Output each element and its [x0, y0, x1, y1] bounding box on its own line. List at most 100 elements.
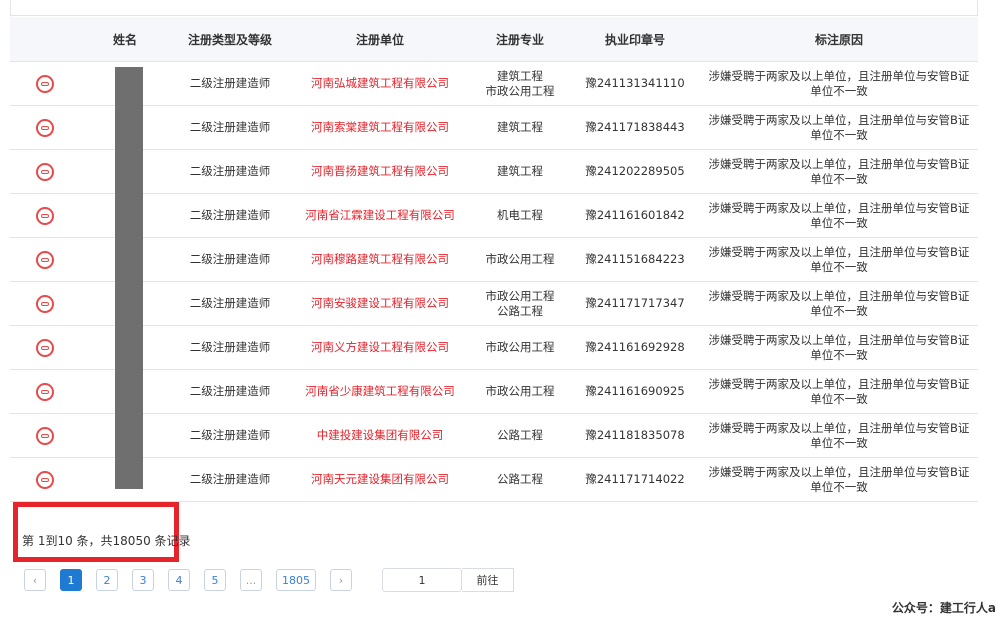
stamp-icon-cell [10, 193, 80, 238]
major-cell: 市政公用工程 [470, 369, 570, 414]
next-page-button[interactable]: › [330, 569, 352, 591]
page-2-button[interactable]: 2 [96, 569, 118, 591]
header-reason[interactable]: 标注原因 [700, 17, 978, 62]
seal-number-cell: 豫241181835078 [570, 413, 700, 458]
company-link[interactable]: 河南义方建设工程有限公司 [290, 325, 470, 370]
seal-stamp-icon[interactable] [36, 74, 54, 93]
type-cell: 二级注册建造师 [170, 149, 290, 194]
company-link[interactable]: 河南天元建设集团有限公司 [290, 457, 470, 502]
last-page-button[interactable]: 1805 [276, 569, 316, 591]
reason-cell: 涉嫌受聘于两家及以上单位，且注册单位与安管B证单位不一致 [700, 369, 978, 414]
header-type[interactable]: 注册类型及等级 [170, 17, 290, 62]
table-row: 杨二级注册建造师河南弘城建筑工程有限公司建筑工程市政公用工程豫241131341… [10, 61, 978, 106]
reason-cell: 涉嫌受聘于两家及以上单位，且注册单位与安管B证单位不一致 [700, 457, 978, 502]
pagination: ‹ 1 2 3 4 5 ... 1805 › 1 前往 [24, 568, 514, 592]
type-cell: 二级注册建造师 [170, 61, 290, 106]
redaction-bar [115, 67, 143, 489]
type-cell: 二级注册建造师 [170, 281, 290, 326]
company-link[interactable]: 河南省少康建筑工程有限公司 [290, 369, 470, 414]
company-link[interactable]: 河南弘城建筑工程有限公司 [290, 61, 470, 106]
major-cell: 市政公用工程 公路工程 [470, 281, 570, 326]
reason-cell: 涉嫌受聘于两家及以上单位，且注册单位与安管B证单位不一致 [700, 325, 978, 370]
header-icon-col [10, 17, 80, 62]
seal-stamp-icon[interactable] [36, 382, 54, 401]
table-row: 二级注册建造师 河南省江霖建设工程有限公司 机电工程 豫241161601842 涉嫌受… [10, 193, 978, 238]
stamp-icon-cell [10, 325, 80, 370]
seal-number-cell: 豫241161601842 [570, 193, 700, 238]
seal-stamp-icon[interactable] [36, 470, 54, 489]
seal-stamp-icon[interactable] [36, 162, 54, 181]
table-row: 张二级注册建造师中建投建设集团有限公司公路工程豫241181835078涉嫌受聘… [10, 413, 978, 458]
seal-number-cell: 豫241171838443 [570, 105, 700, 150]
type-cell: 二级注册建造师 [170, 193, 290, 238]
reason-cell: 涉嫌受聘于两家及以上单位，且注册单位与安管B证单位不一致 [700, 237, 978, 282]
stamp-icon-cell [10, 61, 80, 106]
major-cell: 建筑工程 [470, 105, 570, 150]
header-major[interactable]: 注册专业 [470, 17, 570, 62]
company-link[interactable]: 河南晋扬建筑工程有限公司 [290, 149, 470, 194]
type-cell: 二级注册建造师 [170, 369, 290, 414]
seal-number-cell: 豫241202289505 [570, 149, 700, 194]
stamp-icon-cell [10, 149, 80, 194]
stamp-icon-cell [10, 281, 80, 326]
prev-page-button[interactable]: ‹ [24, 569, 46, 591]
page-5-button[interactable]: 5 [204, 569, 226, 591]
table-row: 李二级注册建造师河南省少康建筑工程有限公司市政公用工程豫241161690925… [10, 369, 978, 414]
seal-stamp-icon[interactable] [36, 250, 54, 269]
table-row: 吴二级注册建造师河南安骏建设工程有限公司市政公用工程公路工程豫241171717… [10, 281, 978, 326]
reason-cell: 涉嫌受聘于两家及以上单位，且注册单位与安管B证单位不一致 [700, 105, 978, 150]
type-cell: 二级注册建造师 [170, 457, 290, 502]
type-cell: 二级注册建造师 [170, 325, 290, 370]
major-cell: 机电工程 [470, 193, 570, 238]
table-header-row: 姓名 注册类型及等级 注册单位 注册专业 执业印章号 标注原因 [10, 17, 978, 62]
type-cell: 二级注册建造师 [170, 237, 290, 282]
seal-stamp-icon[interactable] [36, 206, 54, 225]
seal-stamp-icon[interactable] [36, 338, 54, 357]
stamp-icon-cell [10, 237, 80, 282]
company-link[interactable]: 河南安骏建设工程有限公司 [290, 281, 470, 326]
seal-stamp-icon[interactable] [36, 294, 54, 313]
seal-number-cell: 豫241171714022 [570, 457, 700, 502]
type-cell: 二级注册建造师 [170, 413, 290, 458]
table-row: 陈二级注册建造师河南穆路建筑工程有限公司市政公用工程豫241151684223涉… [10, 237, 978, 282]
seal-number-cell: 豫241151684223 [570, 237, 700, 282]
page-1-button[interactable]: 1 [60, 569, 82, 591]
table-top-border [10, 0, 978, 16]
page-4-button[interactable]: 4 [168, 569, 190, 591]
stamp-icon-cell [10, 413, 80, 458]
header-name[interactable]: 姓名 [80, 17, 170, 62]
records-table: 姓名 注册类型及等级 注册单位 注册专业 执业印章号 标注原因 杨二级注册建造师… [10, 17, 978, 502]
seal-number-cell: 豫241171717347 [570, 281, 700, 326]
seal-stamp-icon[interactable] [36, 118, 54, 137]
header-seal[interactable]: 执业印章号 [570, 17, 700, 62]
more-pages-button[interactable]: ... [240, 569, 262, 591]
seal-number-cell: 豫241131341110 [570, 61, 700, 106]
company-link[interactable]: 河南穆路建筑工程有限公司 [290, 237, 470, 282]
table-row: 王二级注册建造师河南索棠建筑工程有限公司建筑工程豫241171838443涉嫌受… [10, 105, 978, 150]
reason-cell: 涉嫌受聘于两家及以上单位，且注册单位与安管B证单位不一致 [700, 193, 978, 238]
company-link[interactable]: 河南索棠建筑工程有限公司 [290, 105, 470, 150]
page-3-button[interactable]: 3 [132, 569, 154, 591]
table-row: 宋二级注册建造师河南义方建设工程有限公司市政公用工程豫241161692928涉… [10, 325, 978, 370]
jump-go-button[interactable]: 前往 [462, 568, 514, 592]
watermark-text: 公众号：建工行人a [891, 601, 996, 615]
reason-cell: 涉嫌受聘于两家及以上单位，且注册单位与安管B证单位不一致 [700, 413, 978, 458]
stamp-icon-cell [10, 457, 80, 502]
major-cell: 建筑工程 市政公用工程 [470, 61, 570, 106]
header-company[interactable]: 注册单位 [290, 17, 470, 62]
seal-number-cell: 豫241161690925 [570, 369, 700, 414]
major-cell: 公路工程 [470, 457, 570, 502]
reason-cell: 涉嫌受聘于两家及以上单位，且注册单位与安管B证单位不一致 [700, 281, 978, 326]
major-cell: 市政公用工程 [470, 325, 570, 370]
reason-cell: 涉嫌受聘于两家及以上单位，且注册单位与安管B证单位不一致 [700, 149, 978, 194]
company-link[interactable]: 中建投建设集团有限公司 [290, 413, 470, 458]
reason-cell: 涉嫌受聘于两家及以上单位，且注册单位与安管B证单位不一致 [700, 61, 978, 106]
major-cell: 公路工程 [470, 413, 570, 458]
stamp-icon-cell [10, 369, 80, 414]
seal-number-cell: 豫241161692928 [570, 325, 700, 370]
type-cell: 二级注册建造师 [170, 105, 290, 150]
company-link[interactable]: 河南省江霖建设工程有限公司 [290, 193, 470, 238]
seal-stamp-icon[interactable] [36, 426, 54, 445]
jump-page-input[interactable]: 1 [382, 568, 462, 592]
major-cell: 市政公用工程 [470, 237, 570, 282]
